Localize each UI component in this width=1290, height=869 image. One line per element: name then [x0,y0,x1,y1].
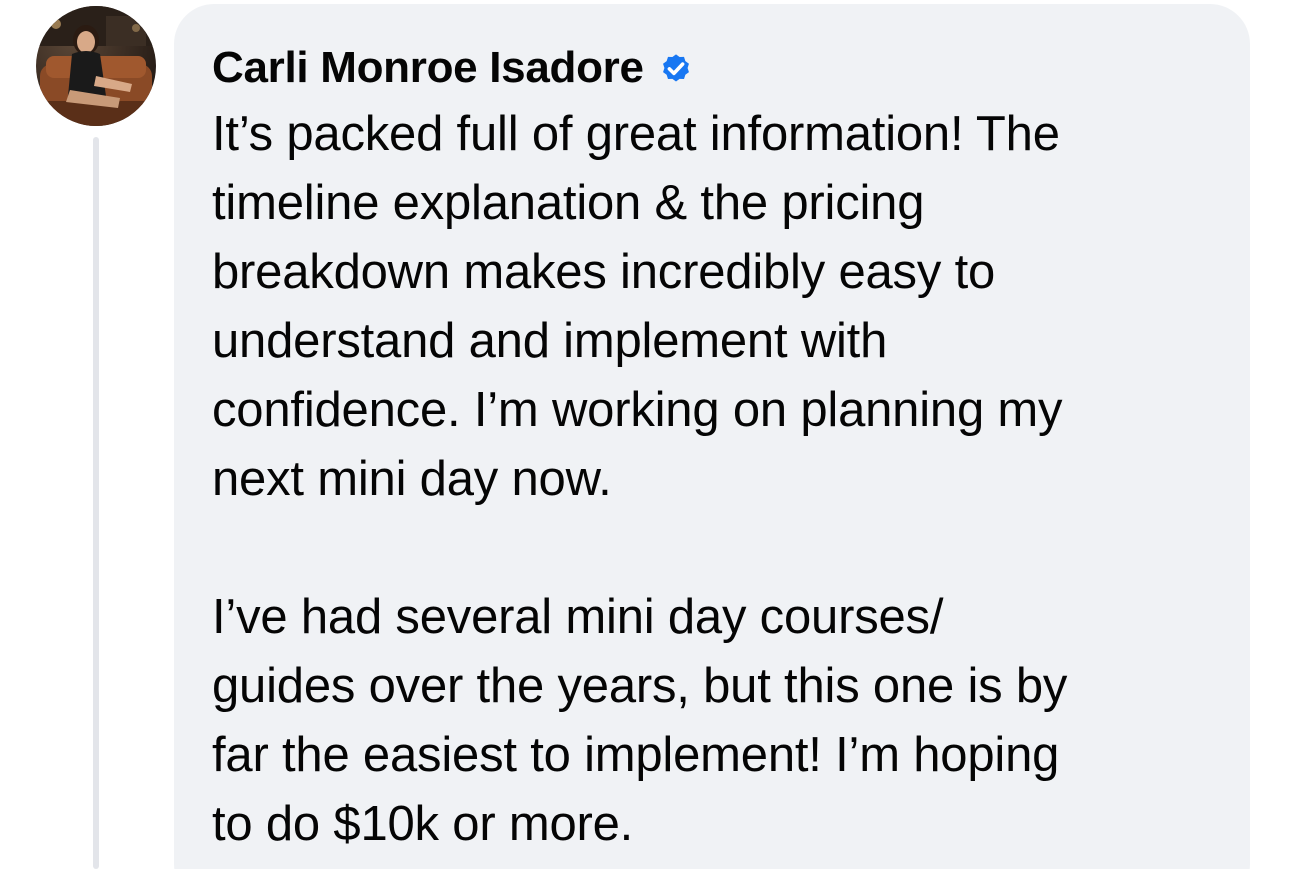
verified-badge-icon [662,54,689,82]
comment-bubble: Carli Monroe Isadore It’s packed full of… [174,4,1250,869]
comment-paragraph: I’ve had several mini day courses/ guide… [212,590,1068,851]
author-name[interactable]: Carli Monroe Isadore [212,43,644,93]
comment-paragraph: It’s packed full of great information! T… [212,107,1063,506]
comment-header: Carli Monroe Isadore [212,42,1220,94]
comment-thread: Carli Monroe Isadore It’s packed full of… [0,0,1290,869]
comment-text: It’s packed full of great information! T… [212,100,1220,859]
avatar[interactable] [36,6,156,126]
reply-thread-line [93,137,99,869]
profile-photo-icon [36,6,156,126]
